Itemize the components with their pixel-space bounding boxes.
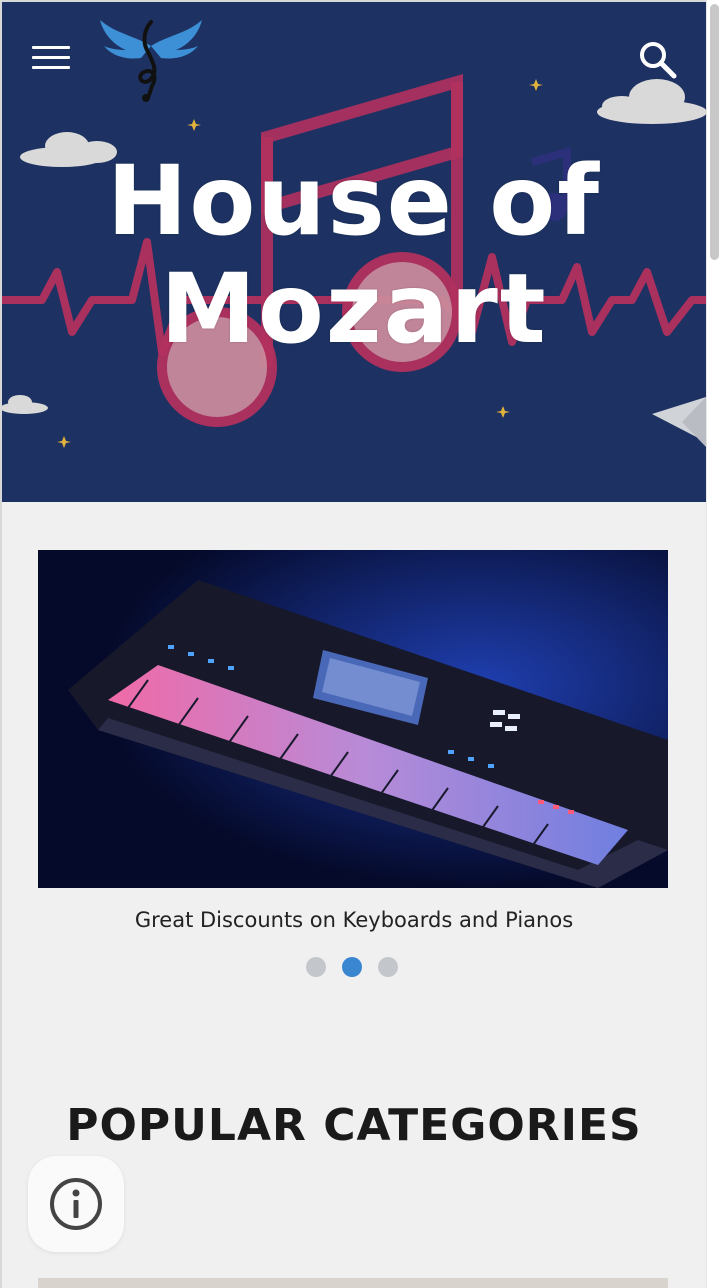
site-title: House of Mozart [2, 147, 706, 363]
search-icon[interactable] [636, 38, 680, 82]
hero-banner: House of Mozart [2, 2, 706, 502]
carousel-dot-2[interactable] [342, 957, 362, 977]
carousel-dot-3[interactable] [378, 957, 398, 977]
info-button[interactable] [28, 1156, 124, 1252]
carousel-slide-image[interactable] [38, 550, 668, 888]
carousel-dot-1[interactable] [306, 957, 326, 977]
winged-treble-clef-logo[interactable] [96, 16, 206, 104]
carousel-pagination [306, 957, 398, 977]
site-title-line-2: Mozart [160, 253, 548, 365]
page-frame: House of Mozart Great Discounts on Keybo… [0, 0, 706, 1288]
site-title-line-1: House of [106, 145, 602, 257]
scrollbar-thumb[interactable] [710, 4, 719, 260]
category-card-preview[interactable] [38, 1278, 668, 1288]
popular-categories-heading: POPULAR CATEGORIES [66, 1100, 642, 1151]
scrollbar[interactable] [706, 0, 722, 1288]
info-icon [50, 1178, 102, 1230]
carousel-caption: Great Discounts on Keyboards and Pianos [134, 908, 574, 932]
hamburger-menu-icon[interactable] [32, 46, 70, 74]
